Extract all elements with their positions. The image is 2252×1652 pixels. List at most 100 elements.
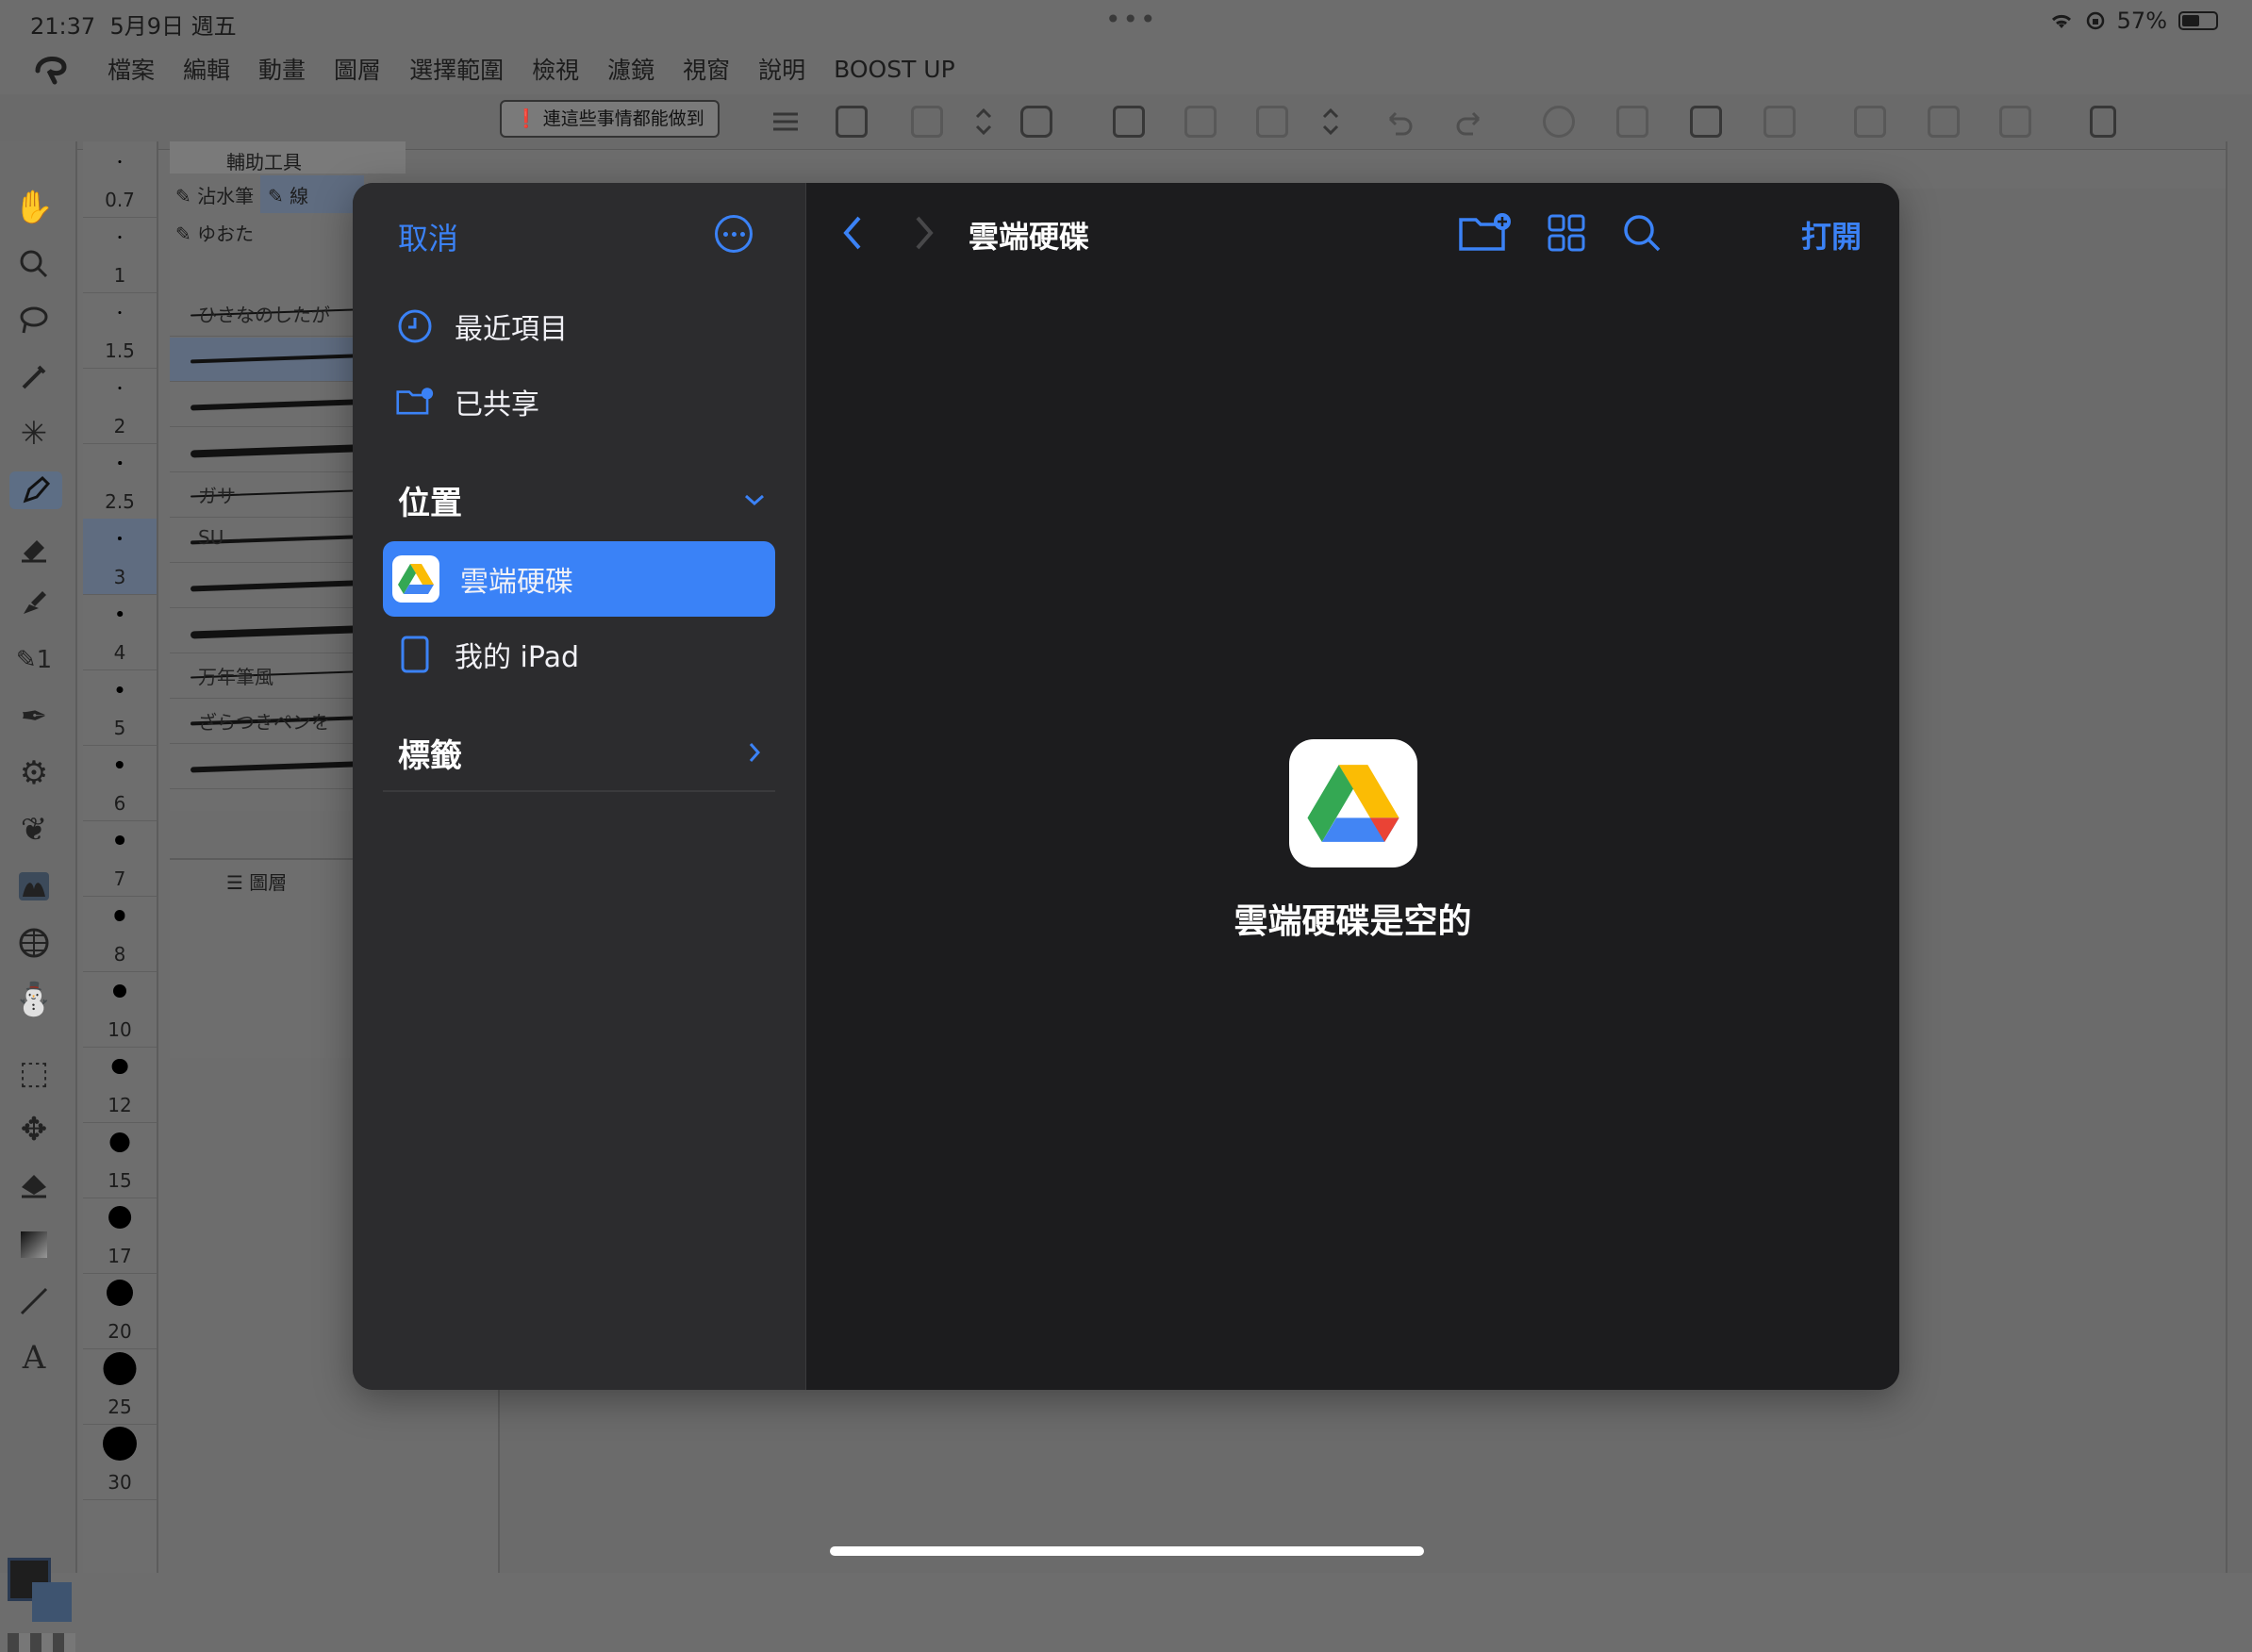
menu-help[interactable]: 說明 — [758, 52, 805, 86]
brush-preset[interactable]: SU — [170, 519, 353, 563]
line-icon[interactable] — [15, 1282, 53, 1320]
eraser-icon[interactable] — [15, 530, 53, 568]
move-icon[interactable]: ✥ — [15, 1111, 53, 1148]
sub-tool-tab[interactable]: 輔助工具 — [170, 141, 406, 173]
brush-preset[interactable] — [170, 609, 353, 653]
menu-edit[interactable]: 編輯 — [183, 52, 230, 86]
menu-filter[interactable]: 濾鏡 — [607, 52, 654, 86]
device-icon[interactable] — [2090, 106, 2116, 138]
up-down-chevron-2-icon[interactable] — [1315, 106, 1347, 138]
menu-animation[interactable]: 動畫 — [258, 52, 306, 86]
menu-file[interactable]: 檔案 — [108, 52, 155, 86]
up-down-chevron-icon[interactable] — [968, 106, 1000, 138]
open-folder-icon[interactable] — [1184, 106, 1217, 138]
brush-size-option[interactable]: 7 — [83, 820, 157, 897]
pen-tool-icon[interactable] — [9, 471, 62, 509]
brush-preset[interactable] — [170, 383, 353, 427]
layer-tab[interactable]: ☰ 圖層 — [226, 867, 287, 895]
clear-selection-icon[interactable] — [1854, 106, 1886, 138]
open-button[interactable]: 打開 — [1801, 213, 1862, 256]
brush-preset[interactable] — [170, 338, 353, 382]
right-panel-collapse[interactable] — [2226, 141, 2252, 1573]
decoration-icon[interactable]: ❦ — [15, 811, 53, 849]
brush-size-option[interactable]: 2 — [83, 368, 157, 444]
menu-lines-icon[interactable] — [770, 106, 802, 138]
new-folder-icon[interactable] — [1457, 209, 1514, 256]
brush-tab-line[interactable]: ✎ 線 — [260, 175, 364, 213]
menu-window[interactable]: 視窗 — [683, 52, 730, 86]
multitasking-dots-icon[interactable]: ••• — [1105, 4, 1158, 35]
brush-size-option[interactable]: 10 — [83, 971, 157, 1048]
hand-icon[interactable]: ✋ — [14, 189, 54, 226]
brush-preset[interactable] — [170, 745, 353, 789]
sidebar-item-shared[interactable]: 已共享 — [383, 364, 775, 439]
sidebar-item-recents[interactable]: 最近項目 — [383, 289, 775, 364]
brush-size-option[interactable]: 20 — [83, 1273, 157, 1349]
brush-size-option[interactable]: 15 — [83, 1122, 157, 1198]
gear-icon[interactable]: ⚙ — [15, 754, 53, 792]
grid-view-icon[interactable] — [1538, 209, 1595, 256]
sidebar-item-my-ipad[interactable]: 我的 iPad — [383, 617, 775, 692]
back-chevron-icon[interactable] — [829, 209, 876, 256]
pen-icon[interactable]: ✒ — [15, 698, 53, 735]
brush-size-option[interactable]: 3 — [83, 519, 157, 595]
brush-size-option[interactable]: 1 — [83, 217, 157, 293]
sidebar-item-google-drive[interactable]: 雲端硬碟 — [383, 541, 775, 617]
spiral-icon[interactable] — [1020, 106, 1052, 138]
figure-icon[interactable]: ⛄ — [14, 981, 54, 1018]
edit-icon[interactable] — [911, 106, 943, 138]
zoom-icon[interactable] — [15, 245, 53, 283]
app-logo-icon[interactable] — [30, 50, 72, 88]
gradient-icon[interactable] — [15, 1226, 53, 1264]
menu-view[interactable]: 檢視 — [532, 52, 579, 86]
save-icon[interactable] — [1256, 106, 1288, 138]
brush-preset[interactable]: ガサ — [170, 473, 353, 518]
transparent-color-swatch[interactable] — [8, 1633, 75, 1652]
brush-size-option[interactable]: 17 — [83, 1198, 157, 1274]
brush-size-option[interactable]: 25 — [83, 1348, 157, 1425]
brush-preset[interactable] — [170, 564, 353, 608]
feature-notice-button[interactable]: ❗ 連這些事情都能做到 — [500, 100, 720, 138]
brush-size-option[interactable]: 30 — [83, 1424, 157, 1500]
brush-preset[interactable]: 万年筆風 — [170, 654, 353, 699]
brush-icon[interactable] — [15, 585, 53, 622]
brush-tab-dip-pen[interactable]: ✎ 沾水筆 — [175, 181, 254, 208]
loading-icon[interactable] — [1543, 106, 1575, 138]
menu-layer[interactable]: 圖層 — [334, 52, 381, 86]
eyedropper-icon[interactable] — [15, 358, 53, 396]
brush-size-option[interactable]: 5 — [83, 669, 157, 746]
brush-size-option[interactable]: 1.5 — [83, 292, 157, 369]
brush-preset[interactable]: ひさなのしたが — [170, 292, 353, 337]
menu-selection[interactable]: 選擇範圍 — [409, 52, 504, 86]
object-select-icon[interactable]: ⬚ — [15, 1054, 53, 1092]
paint-bucket-icon[interactable] — [15, 1167, 53, 1205]
search-icon[interactable] — [1614, 209, 1670, 256]
brush-size-option[interactable]: 6 — [83, 745, 157, 821]
blend-icon[interactable] — [15, 867, 53, 905]
pencil-decoration-icon[interactable]: ✎1 — [15, 641, 53, 679]
brush-size-option[interactable]: 12 — [83, 1047, 157, 1123]
brush-preset[interactable] — [170, 428, 353, 472]
perspective-grid-icon[interactable] — [15, 924, 53, 962]
chevron-right-icon[interactable] — [736, 734, 773, 771]
cancel-button[interactable]: 取消 — [398, 215, 458, 258]
brush-tab-yuota[interactable]: ✎ ゆおた — [175, 219, 254, 246]
more-options-icon[interactable] — [715, 215, 753, 253]
brush-size-option[interactable]: 4 — [83, 594, 157, 670]
frame-icon[interactable] — [1999, 106, 2031, 138]
home-indicator[interactable] — [830, 1546, 1424, 1556]
new-file-icon[interactable] — [1113, 106, 1145, 138]
brush-preset[interactable]: ざらつきペンを — [170, 700, 353, 744]
brush-size-option[interactable]: 0.7 — [83, 141, 157, 218]
lasso-icon[interactable] — [15, 302, 53, 339]
crop-icon[interactable] — [1764, 106, 1796, 138]
background-color-swatch[interactable] — [32, 1582, 72, 1622]
redo-icon[interactable] — [1454, 106, 1486, 138]
selection-icon[interactable] — [1616, 106, 1648, 138]
undo-icon[interactable] — [1383, 106, 1415, 138]
invert-selection-icon[interactable] — [1928, 106, 1960, 138]
text-tool-icon[interactable]: A — [15, 1339, 53, 1377]
brush-size-option[interactable]: 2.5 — [83, 443, 157, 520]
chevron-down-icon[interactable] — [736, 481, 773, 519]
fit-canvas-icon[interactable] — [836, 106, 868, 138]
